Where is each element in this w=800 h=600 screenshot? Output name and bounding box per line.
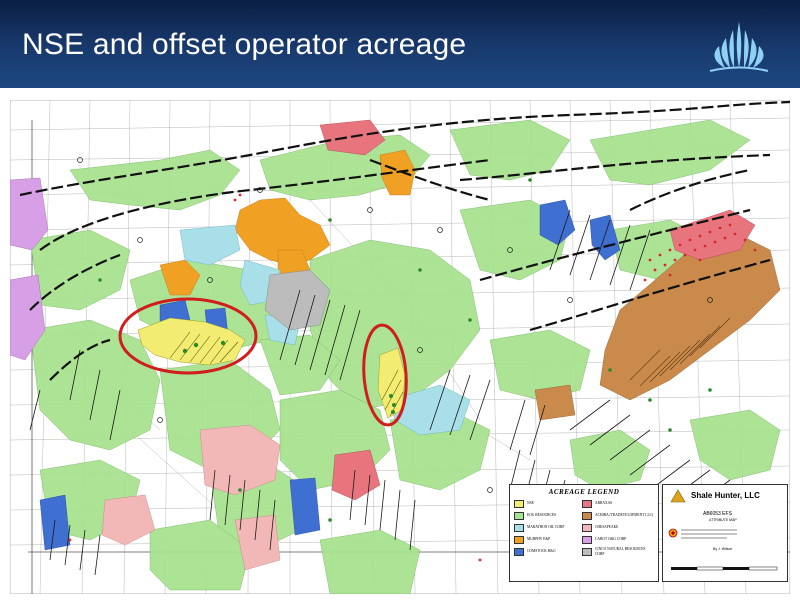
legend-items: NSE ABRAXAS EOG RESOURCES ACHIRA (TRADEV… (514, 499, 654, 556)
legend-swatch (582, 499, 592, 508)
legend-item: MARATHON OIL CORP (514, 523, 580, 532)
legend-label: MARATHON OIL CORP (527, 525, 565, 529)
legend-swatch (514, 499, 524, 508)
legend-item: CHESAPEAKE (582, 523, 654, 532)
slide-title: NSE and offset operator acreage (22, 28, 467, 61)
legend-item: EOG RESOURCES (514, 511, 580, 520)
legend-swatch (582, 535, 592, 544)
legend-title: ACREAGE LEGEND (548, 488, 620, 496)
map-subtitle: ATTRIBUTE MAP (709, 518, 737, 522)
acreage-legend: ACREAGE LEGEND NSE ABRAXAS EOG RESOURCES… (509, 484, 659, 582)
legend-label: MURPHY E&P (527, 537, 551, 541)
legend-item: CABOT O&G CORP (582, 535, 654, 544)
legend-swatch (514, 535, 524, 544)
legend-item: ACHIRA (TRADEVELOPMENT LLC) (582, 511, 654, 520)
scale-bar (671, 566, 778, 571)
map-title-block: Shale Hunter, LLC AB6053 EFS ATTRIBUTE M… (662, 484, 788, 582)
legend-item: MURPHY E&P (514, 535, 580, 544)
legend-item: CINCO NATURAL RESOURCES CORP (582, 547, 654, 556)
legend-label: CINCO NATURAL RESOURCES CORP (595, 546, 646, 556)
company-name: Shale Hunter, LLC (691, 491, 760, 500)
legend-swatch (582, 523, 592, 532)
legend-label: CABOT O&G CORP (595, 537, 627, 541)
legend-label: ABRAXAS (595, 501, 613, 505)
map-author: By J. Wilson (713, 547, 733, 551)
legend-label: EOG RESOURCES (527, 513, 557, 517)
legend-swatch (582, 547, 592, 556)
legend-label: NSE (527, 501, 534, 505)
legend-label: COMSTOCK R&G (527, 549, 556, 553)
legend-item: NSE (514, 499, 580, 508)
legend-swatch (582, 511, 592, 520)
legend-swatch (514, 511, 524, 520)
slide-header: NSE and offset operator acreage (0, 0, 800, 88)
legend-label: ACHIRA (TRADEVELOPMENT LLC) (595, 513, 654, 517)
legend-label: CHESAPEAKE (595, 525, 619, 529)
legend-swatch (514, 547, 524, 556)
map-reference: AB6053 EFS (703, 511, 732, 517)
legend-item: COMSTOCK R&G (514, 547, 580, 556)
company-logo-icon (670, 489, 686, 503)
map-key-icons (668, 528, 737, 539)
legend-swatch (514, 523, 524, 532)
company-logo-icon (709, 22, 769, 72)
legend-item: ABRAXAS (582, 499, 654, 508)
